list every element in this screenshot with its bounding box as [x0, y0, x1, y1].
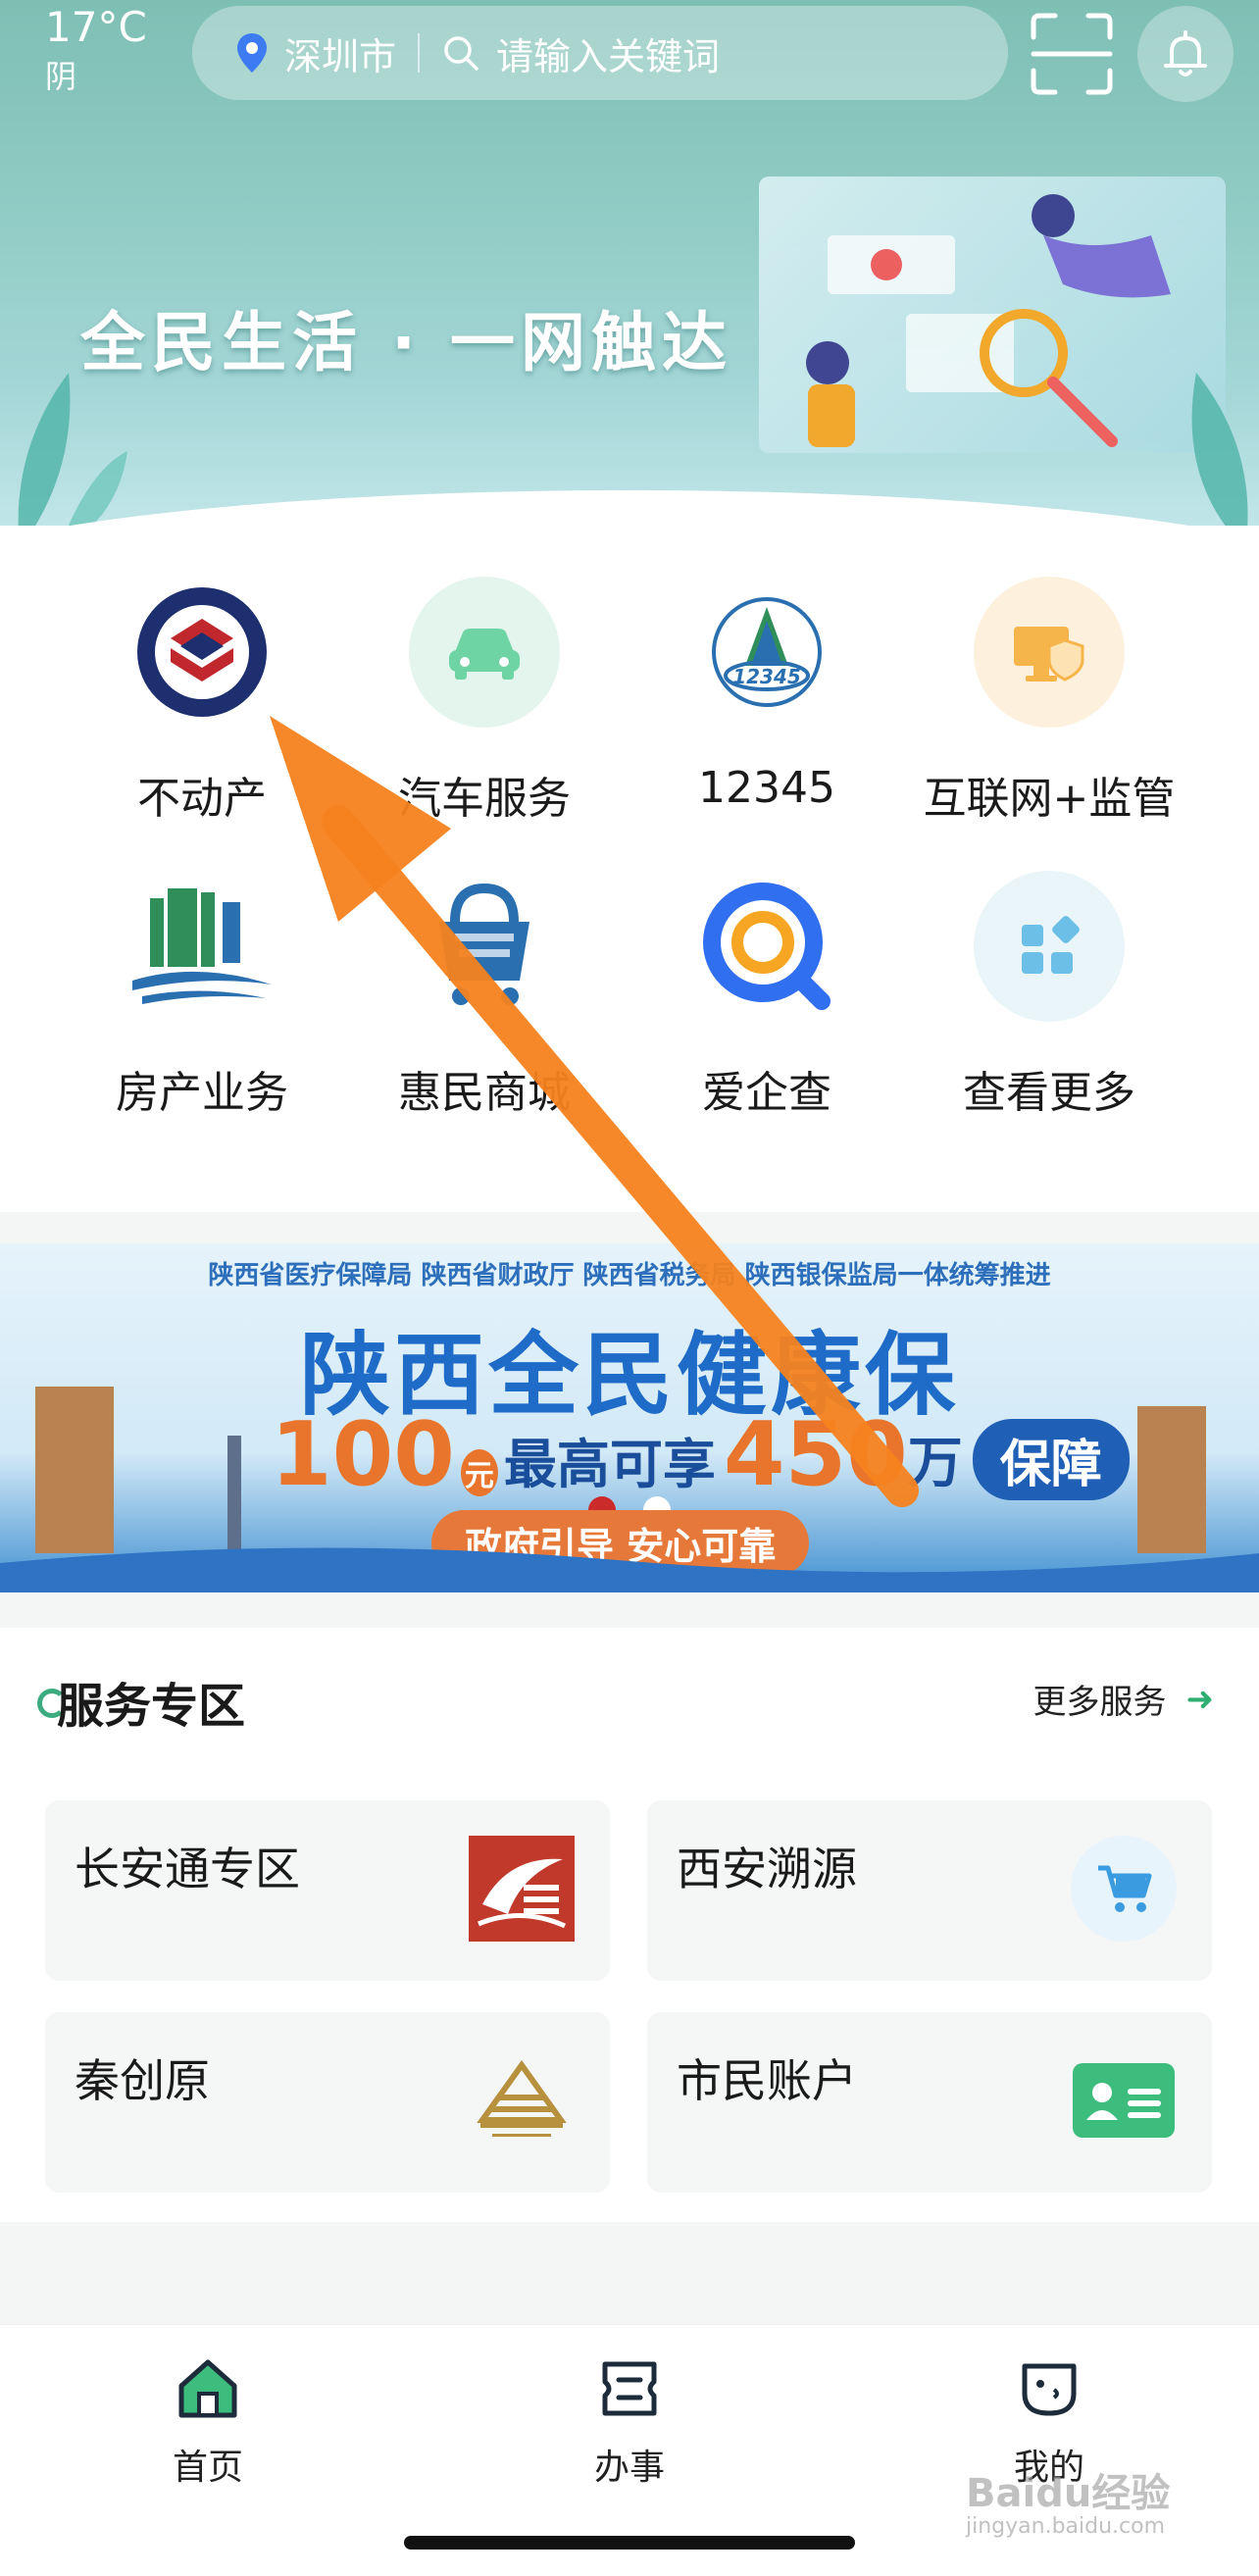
grid-label: 不动产 — [137, 774, 267, 824]
temperature: 17°C — [45, 3, 147, 51]
banner-agencies: 陕西省医疗保障局 陕西省财政厅 陕西省税务局 陕西银保监局一体统筹推进 — [208, 1261, 1051, 1290]
card-label: 西安溯源 — [677, 1843, 857, 1895]
search-icon — [444, 36, 478, 71]
location-pin-icon — [237, 33, 267, 73]
id-card-icon — [1071, 2047, 1177, 2153]
grid-more-icon — [974, 871, 1125, 1022]
home-icon — [178, 2359, 237, 2418]
leaf-decoration-left — [18, 373, 127, 549]
grid-item-more[interactable]: 查看更多 — [902, 871, 1196, 1120]
tab-services[interactable]: 办事 — [531, 2354, 728, 2490]
watermark-url: jingyan.baidu.com — [966, 2514, 1166, 2539]
grid-label: 惠民商城 — [398, 1068, 571, 1118]
card-label: 长安通专区 — [75, 1843, 300, 1895]
hero-slogan: 全民生活 · 一网触达 — [80, 305, 733, 380]
magnifier-logo — [691, 871, 842, 1022]
hotline-12345-logo: 12345 — [691, 577, 842, 728]
banner-tag: 保障 — [972, 1419, 1130, 1500]
grid-item-12345[interactable]: 12345 12345 — [620, 577, 914, 813]
qinchuangyuan-logo — [469, 2047, 575, 2153]
card-label: 市民账户 — [677, 2054, 857, 2107]
grid-label: 汽车服务 — [398, 774, 571, 824]
tab-home[interactable]: 首页 — [110, 2354, 306, 2490]
more-services-link[interactable]: 更多服务 ➜ — [1033, 1675, 1215, 1723]
banner-price: 100 — [271, 1403, 455, 1506]
grid-item-housing[interactable]: 房产业务 — [55, 871, 349, 1120]
weather-condition: 阴 — [45, 58, 77, 95]
grid-label: 爱企查 — [702, 1068, 831, 1118]
grid-item-car-service[interactable]: 汽车服务 — [337, 577, 631, 826]
card-citizen-account[interactable]: 市民账户 — [647, 2012, 1212, 2193]
scan-icon[interactable] — [1030, 12, 1114, 96]
service-icon — [602, 2361, 657, 2416]
banner-price-unit: 元 — [460, 1449, 498, 1496]
card-qinchuangyuan[interactable]: 秦创原 — [45, 2012, 610, 2193]
hero-header: 17°C 阴 深圳市 请输入关键词 全民生活 · 一网触达 — [0, 0, 1259, 549]
grid-item-mall[interactable]: 惠民商城 — [337, 871, 631, 1120]
profile-icon — [1022, 2363, 1077, 2416]
notification-button[interactable] — [1137, 6, 1234, 102]
real-estate-registration-logo — [126, 577, 277, 728]
tab-label: 首页 — [172, 2448, 243, 2488]
city-selector[interactable]: 深圳市 — [284, 26, 396, 80]
tab-label: 办事 — [593, 2448, 665, 2488]
grid-label: 12345 — [698, 763, 835, 813]
housing-logo — [126, 871, 277, 1022]
banner-mid-text: 最高可享 — [503, 1434, 716, 1495]
car-icon — [409, 577, 560, 728]
service-zone: 服务专区 更多服务 ➜ 长安通专区 西安溯源 秦创原 市民账户 — [0, 1628, 1259, 2222]
banner-wave — [0, 1547, 1259, 1592]
weather-widget[interactable]: 17°C 阴 — [45, 4, 147, 98]
section-title: 服务专区 — [57, 1679, 246, 1734]
changantong-logo — [469, 1836, 575, 1942]
shopping-cart-icon — [1071, 1836, 1177, 1942]
home-indicator[interactable] — [404, 2536, 855, 2550]
svg-text:12345: 12345 — [732, 665, 801, 688]
watermark-brand: Baidu经验 — [966, 2471, 1171, 2516]
bell-icon — [1164, 30, 1207, 76]
pagoda-left — [35, 1387, 114, 1553]
search-divider — [418, 33, 421, 73]
service-grid: 不动产 汽车服务 12345 12345 互联网+监管 房产业务 惠民商城 爱企… — [0, 526, 1259, 1212]
banner-max-amount: 450 — [723, 1403, 908, 1506]
card-xian-traceability[interactable]: 西安溯源 — [647, 1800, 1212, 1981]
search-input[interactable]: 请输入关键词 — [496, 26, 720, 80]
pagoda-right — [1137, 1406, 1206, 1553]
banner-amount: 100 元 最高可享 450 万 保障 — [271, 1403, 1130, 1506]
grid-label: 房产业务 — [116, 1068, 288, 1118]
grid-label: 查看更多 — [963, 1068, 1135, 1118]
more-services-label: 更多服务 — [1032, 1683, 1167, 1722]
card-changantong[interactable]: 长安通专区 — [45, 1800, 610, 1981]
leaf-decoration-right — [1191, 373, 1248, 549]
banner-max-unit: 万 — [907, 1432, 963, 1495]
arrow-right-icon: ➜ — [1185, 1679, 1215, 1719]
monitor-shield-icon — [974, 577, 1125, 728]
grid-item-aiqicha[interactable]: 爱企查 — [620, 871, 914, 1120]
grid-label: 互联网+监管 — [923, 774, 1176, 824]
promo-banner[interactable]: 陕西省医疗保障局 陕西省财政厅 陕西省税务局 陕西银保监局一体统筹推进 陕西全民… — [0, 1243, 1259, 1592]
search-bar[interactable]: 深圳市 请输入关键词 — [192, 6, 1008, 100]
grid-item-real-estate[interactable]: 不动产 — [55, 577, 349, 826]
card-label: 秦创原 — [75, 2054, 210, 2107]
grid-item-internet-supervision[interactable]: 互联网+监管 — [902, 577, 1196, 826]
shopping-cart-icon — [409, 871, 560, 1022]
watermark: Baidu经验 jingyan.baidu.com — [966, 2461, 1170, 2539]
